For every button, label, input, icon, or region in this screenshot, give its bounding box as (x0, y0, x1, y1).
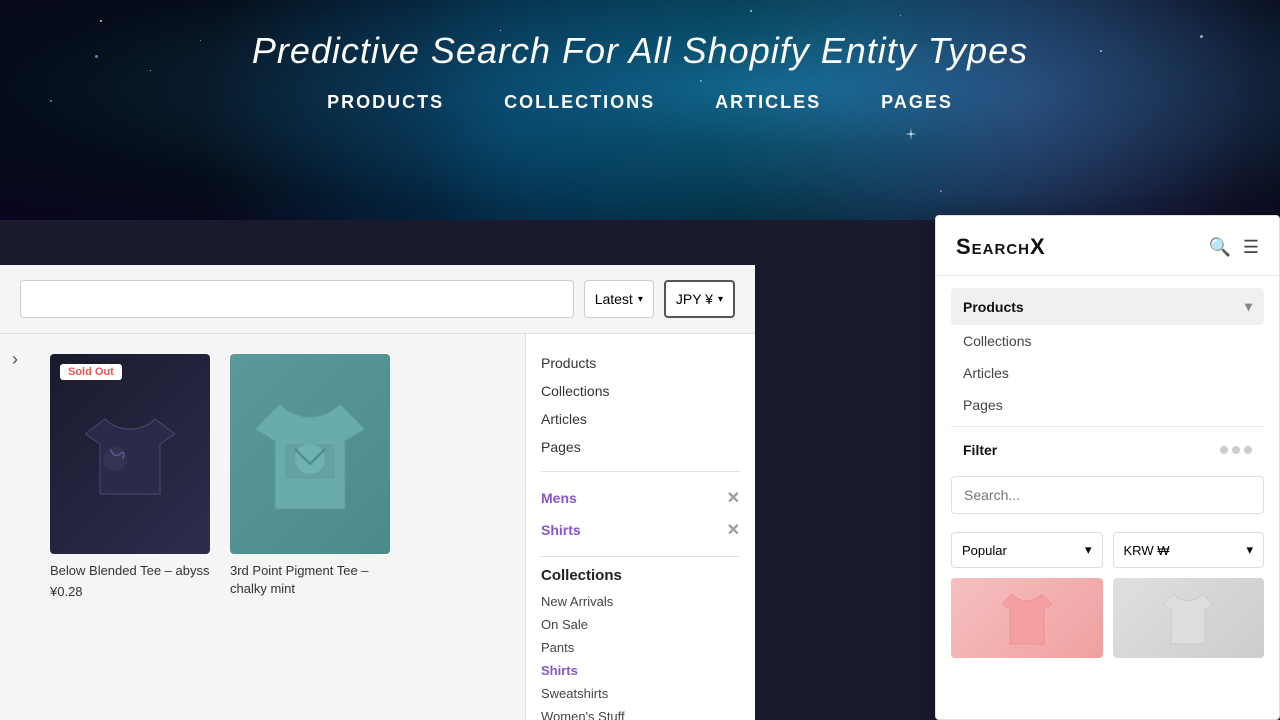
collections-list: New Arrivals On Sale Pants Shirts Sweats… (541, 590, 740, 720)
searchx-header: SearchX 🔍 ☰ (936, 216, 1279, 276)
left-panel: Latest ▾ JPY ¥ ▾ › Sold Out (0, 265, 755, 720)
searchx-panel: SearchX 🔍 ☰ Products ▾ Collections Artic… (935, 215, 1280, 720)
sidebar-divider-2 (541, 556, 740, 557)
entity-products[interactable]: Products ▾ (951, 288, 1264, 325)
collections-header: Collections (541, 567, 740, 584)
product-thumbnails (951, 578, 1264, 658)
collection-on-sale[interactable]: On Sale (541, 613, 740, 636)
sidebar-products-label: Products (541, 355, 596, 371)
entity-articles[interactable]: Articles (951, 357, 1264, 389)
product-card: Sold Out Below Blended Tee – abyss ¥0.28 (50, 354, 210, 701)
searchx-currency-chevron-icon: ▾ (1246, 542, 1253, 558)
sidebar-nav-articles[interactable]: Articles (541, 405, 740, 433)
entity-collections[interactable]: Collections (951, 325, 1264, 357)
searchx-header-icons: 🔍 ☰ (1208, 237, 1259, 258)
currency-dropdown[interactable]: JPY ¥ ▾ (664, 280, 735, 318)
product-name: Below Blended Tee – abyss (50, 562, 210, 580)
menu-icon[interactable]: ☰ (1243, 237, 1259, 258)
entity-chevron-icon: ▾ (1245, 298, 1252, 315)
filter-shirts-label: Shirts (541, 522, 581, 538)
thumb-product-svg (1002, 586, 1052, 651)
sidebar-dropdown: Products Collections Articles Pages Mens… (525, 334, 755, 720)
product-image: Sold Out (50, 354, 210, 554)
product-price: ¥0.28 (50, 584, 210, 599)
left-search-input[interactable] (20, 280, 574, 318)
collection-womens-stuff[interactable]: Women's Stuff (541, 705, 740, 720)
sort-label: Latest (595, 291, 633, 307)
search-icon[interactable]: 🔍 (1208, 237, 1230, 258)
nav-articles[interactable]: ARTICLES (715, 92, 821, 113)
searchx-logo: SearchX (956, 234, 1046, 260)
left-panel-topbar: Latest ▾ JPY ¥ ▾ (0, 265, 755, 334)
product-name: 3rd Point Pigment Tee – chalky mint (230, 562, 390, 598)
sidebar-nav-products[interactable]: Products (541, 349, 740, 377)
sidebar-filter-mens[interactable]: Mens ✕ (541, 482, 740, 514)
sort-dropdown[interactable]: Latest ▾ (584, 280, 654, 318)
nav-pages[interactable]: PAGES (881, 92, 953, 113)
currency-chevron-icon: ▾ (718, 294, 723, 305)
sidebar-divider (541, 471, 740, 472)
filter-dot-2 (1232, 446, 1240, 454)
product-tshirt-svg (85, 404, 175, 504)
product-list: Sold Out Below Blended Tee – abyss ¥0.28 (30, 334, 525, 720)
collection-pants[interactable]: Pants (541, 636, 740, 659)
hero-nav: PRODUCTS COLLECTIONS ARTICLES PAGES (0, 92, 1280, 113)
entity-pages[interactable]: Pages (951, 389, 1264, 421)
nav-products[interactable]: PRODUCTS (327, 92, 444, 113)
close-mens-icon[interactable]: ✕ (727, 488, 740, 508)
filter-mens-label: Mens (541, 490, 577, 506)
searchx-sort-label: Popular (962, 543, 1007, 558)
sidebar-pages-label: Pages (541, 439, 581, 455)
entity-products-label: Products (963, 299, 1024, 315)
filter-dot-1 (1220, 446, 1228, 454)
collection-shirts[interactable]: Shirts (541, 659, 740, 682)
nav-collections[interactable]: COLLECTIONS (504, 92, 655, 113)
sold-out-badge: Sold Out (60, 364, 122, 380)
product-image (230, 354, 390, 554)
sidebar-nav-collections[interactable]: Collections (541, 377, 740, 405)
products-area: › Sold Out Below Blended Tee – abyss ¥0.… (0, 334, 755, 720)
hero-title: Predictive Search For All Shopify Entity… (0, 30, 1280, 72)
entity-divider (951, 426, 1264, 427)
sidebar-filter-shirts[interactable]: Shirts ✕ (541, 514, 740, 546)
product-thumb-2[interactable] (1113, 578, 1265, 658)
sort-currency-row: Popular ▾ KRW ₩ ▾ (951, 532, 1264, 568)
searchx-search-input[interactable] (951, 476, 1264, 514)
collection-new-arrivals[interactable]: New Arrivals (541, 590, 740, 613)
product-thumb-1[interactable] (951, 578, 1103, 658)
currency-label: JPY ¥ (676, 291, 713, 307)
close-shirts-icon[interactable]: ✕ (727, 520, 740, 540)
filter-row: Filter (951, 432, 1264, 468)
hero-section: Predictive Search For All Shopify Entity… (0, 0, 1280, 113)
filter-dots (1220, 446, 1252, 454)
searchx-body: Products ▾ Collections Articles Pages Fi… (936, 276, 1279, 714)
entity-pages-label: Pages (963, 397, 1003, 413)
sort-chevron-icon: ▾ (638, 294, 643, 305)
searchx-currency-dropdown[interactable]: KRW ₩ ▾ (1113, 532, 1265, 568)
thumb-product-svg (1163, 586, 1213, 651)
product-card: 3rd Point Pigment Tee – chalky mint (230, 354, 390, 701)
filter-dot-3 (1244, 446, 1252, 454)
product-tshirt-svg (255, 389, 365, 519)
searchx-sort-chevron-icon: ▾ (1085, 542, 1092, 558)
entity-collections-label: Collections (963, 333, 1031, 349)
entity-articles-label: Articles (963, 365, 1009, 381)
sidebar-articles-label: Articles (541, 411, 587, 427)
searchx-sort-dropdown[interactable]: Popular ▾ (951, 532, 1103, 568)
collection-sweatshirts[interactable]: Sweatshirts (541, 682, 740, 705)
sidebar-collections-label: Collections (541, 383, 609, 399)
searchx-currency-label: KRW ₩ (1124, 543, 1170, 558)
sidebar-nav-pages[interactable]: Pages (541, 433, 740, 461)
filter-label: Filter (963, 442, 997, 458)
sidebar-toggle-icon[interactable]: › (12, 349, 18, 370)
